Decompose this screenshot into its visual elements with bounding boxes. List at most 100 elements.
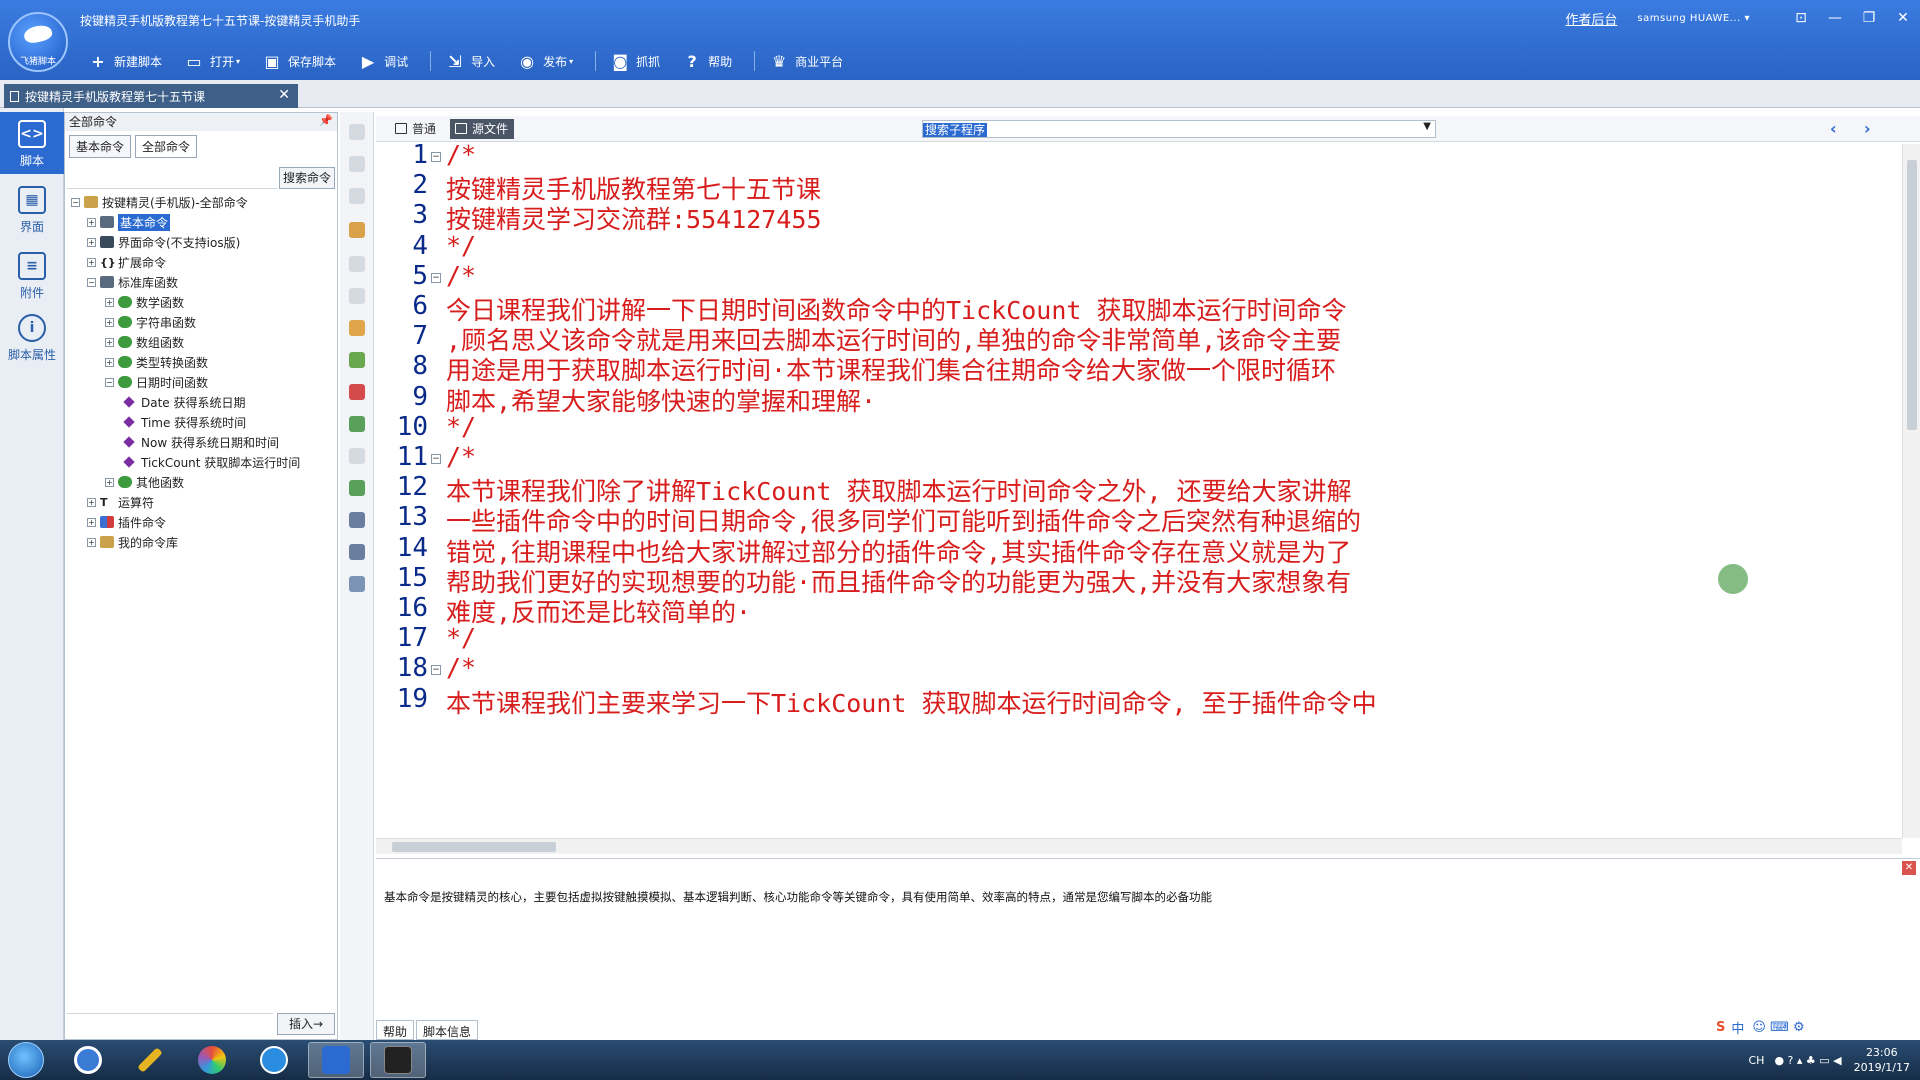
- move-up-icon[interactable]: [349, 156, 365, 172]
- taskbar-app-5[interactable]: [308, 1042, 364, 1078]
- tab-basic-commands[interactable]: 基本命令: [69, 135, 132, 158]
- nav-back-icon[interactable]: ‹: [1830, 119, 1837, 138]
- tree-node-stdlib[interactable]: − 标准库函数: [87, 273, 178, 291]
- language-indicator[interactable]: CH: [1748, 1054, 1764, 1067]
- device-selector[interactable]: samsung HUAWE... ▾: [1637, 13, 1750, 24]
- tab-help[interactable]: 帮助: [376, 1020, 415, 1040]
- ime-toolbar[interactable]: S 中 ☺ ⌨ ⚙: [1712, 1016, 1809, 1038]
- tab-all-commands[interactable]: 全部命令: [135, 135, 198, 158]
- tab-source-view[interactable]: 源文件: [450, 119, 515, 139]
- tab-script-info[interactable]: 脚本信息: [416, 1020, 479, 1040]
- goto-icon[interactable]: [349, 480, 365, 496]
- tree-leaf-tickcount[interactable]: TickCount 获取脚本运行时间: [121, 453, 300, 471]
- fold-toggle-icon[interactable]: −: [431, 272, 441, 283]
- tree-node-operators[interactable]: + T 运算符: [87, 493, 154, 511]
- find-icon[interactable]: [349, 512, 365, 528]
- tray-icons[interactable]: ● ? ▴ ♣ ▭ ◀: [1774, 1054, 1841, 1067]
- taskbar-app-2[interactable]: [122, 1042, 178, 1078]
- rail-item-attachment[interactable]: ≡ 附件: [0, 244, 64, 306]
- skin-icon[interactable]: ⊡: [1784, 10, 1818, 26]
- paste-icon[interactable]: [349, 320, 365, 336]
- line-number: 15: [396, 562, 428, 593]
- line-number: 17: [396, 623, 428, 654]
- fold-toggle-icon[interactable]: −: [431, 152, 441, 162]
- fold-toggle-icon[interactable]: −: [431, 454, 441, 464]
- line-number: 16: [396, 593, 428, 623]
- debug-button[interactable]: ▶ 调试: [358, 48, 408, 74]
- tree-node-ui[interactable]: + 界面命令(不支持ios版): [87, 233, 240, 251]
- code-line[interactable]: 19 本节课程我们主要来学习一下TickCount 获取脚本运行时间命令, 至于插…: [376, 684, 1902, 721]
- redo-icon[interactable]: [349, 448, 365, 464]
- tree-leaf-time[interactable]: Time 获得系统时间: [121, 413, 246, 431]
- taskbar-app-1[interactable]: [60, 1042, 116, 1078]
- command-search-input[interactable]: [67, 167, 277, 189]
- new-script-button[interactable]: + 新建脚本: [88, 48, 162, 74]
- author-backend-link[interactable]: 作者后台: [1565, 9, 1617, 28]
- line-number: 4: [412, 230, 428, 261]
- scroll-thumb[interactable]: [1907, 160, 1917, 430]
- close-icon[interactable]: ✕: [1902, 861, 1916, 875]
- capture-button[interactable]: ◙ 抓抓: [610, 48, 660, 74]
- tab-current-script[interactable]: 按键精灵手机版教程第七十五节课 ✕: [4, 84, 298, 108]
- tree-leaf-now[interactable]: Now 获得系统日期和时间: [121, 433, 279, 451]
- nav-forward-icon[interactable]: ›: [1864, 119, 1871, 138]
- taskbar-app-6[interactable]: [370, 1042, 426, 1078]
- save-script-button[interactable]: ▣ 保存脚本: [262, 48, 336, 74]
- import-button[interactable]: ⇲ 导入: [445, 48, 495, 74]
- scroll-thumb[interactable]: [392, 842, 556, 852]
- replace-icon[interactable]: [349, 544, 365, 560]
- tree-node-basic[interactable]: + 基本命令: [87, 213, 171, 231]
- start-button[interactable]: [8, 1042, 44, 1078]
- tree-node-root[interactable]: − 按键精灵(手机版)-全部命令: [71, 193, 248, 211]
- restore-button[interactable]: ❐: [1852, 10, 1886, 26]
- delete-icon[interactable]: [349, 188, 365, 204]
- taskbar-app-3[interactable]: [184, 1042, 240, 1078]
- subroutine-search-select[interactable]: 搜索子程序 ▼: [922, 120, 1436, 138]
- taskbar-app-4[interactable]: [246, 1042, 302, 1078]
- color-wheel-icon: [198, 1046, 226, 1074]
- tree-node-type-convert[interactable]: + 类型转换函数: [105, 353, 208, 371]
- format-icon[interactable]: [349, 576, 365, 592]
- rail-item-ui[interactable]: ▦ 界面: [0, 178, 64, 240]
- tree-node-math[interactable]: + 数学函数: [105, 293, 184, 311]
- clock[interactable]: 23:06 2019/1/17: [1854, 1045, 1910, 1075]
- cut-icon[interactable]: [349, 256, 365, 272]
- tree-node-string[interactable]: + 字符串函数: [105, 313, 196, 331]
- tree-node-other[interactable]: + 其他函数: [105, 473, 184, 491]
- close-tab-icon[interactable]: ✕: [278, 87, 290, 103]
- search-command-button[interactable]: 搜索命令: [279, 167, 335, 189]
- folder-icon: ▭: [186, 51, 202, 71]
- copy-icon[interactable]: [349, 288, 365, 304]
- minimize-button[interactable]: —: [1818, 10, 1852, 26]
- tree-leaf-date[interactable]: Date 获得系统日期: [121, 393, 246, 411]
- publish-button[interactable]: ◉ 发布 ▾: [517, 48, 573, 74]
- library-icon: [100, 276, 114, 288]
- tab-normal-view[interactable]: 普通: [390, 119, 442, 139]
- hand-icon[interactable]: [349, 222, 365, 238]
- tree-node-plugins[interactable]: + 插件命令: [87, 513, 166, 531]
- tree-node-array[interactable]: + 数组函数: [105, 333, 184, 351]
- comment-icon[interactable]: [349, 352, 365, 368]
- pin-icon[interactable]: 📌: [319, 114, 333, 127]
- toolbar-separator: [595, 51, 597, 71]
- tree-node-extension[interactable]: +{} 扩展命令: [87, 253, 166, 271]
- help-button[interactable]: ? 帮助: [682, 48, 733, 74]
- insert-input[interactable]: [67, 1013, 273, 1035]
- purple-diamond-icon: [123, 436, 135, 448]
- rail-item-script[interactable]: <> 脚本: [0, 112, 64, 174]
- business-platform-button[interactable]: ♛ 商业平台: [769, 48, 843, 74]
- uncomment-icon[interactable]: [349, 384, 365, 400]
- close-button[interactable]: ✕: [1886, 10, 1920, 26]
- fold-toggle-icon[interactable]: −: [431, 665, 441, 676]
- tree-node-my-library[interactable]: + 我的命令库: [87, 533, 178, 551]
- editor-vertical-scrollbar[interactable]: [1902, 144, 1920, 838]
- rail-item-properties[interactable]: i 脚本属性: [0, 306, 64, 368]
- open-button[interactable]: ▭ 打开 ▾: [184, 48, 240, 74]
- code-editor[interactable]: 1−/* 2 按键精灵手机版教程第七十五节课 3 按键精灵学习交流群:554127455…: [376, 144, 1902, 838]
- editor-horizontal-scrollbar[interactable]: [376, 838, 1902, 854]
- tree-node-datetime[interactable]: − 日期时间函数: [105, 373, 208, 391]
- move-down-icon[interactable]: [349, 124, 365, 140]
- undo-icon[interactable]: [349, 416, 365, 432]
- line-number: 13: [396, 502, 428, 533]
- insert-button[interactable]: 插入→: [277, 1013, 335, 1035]
